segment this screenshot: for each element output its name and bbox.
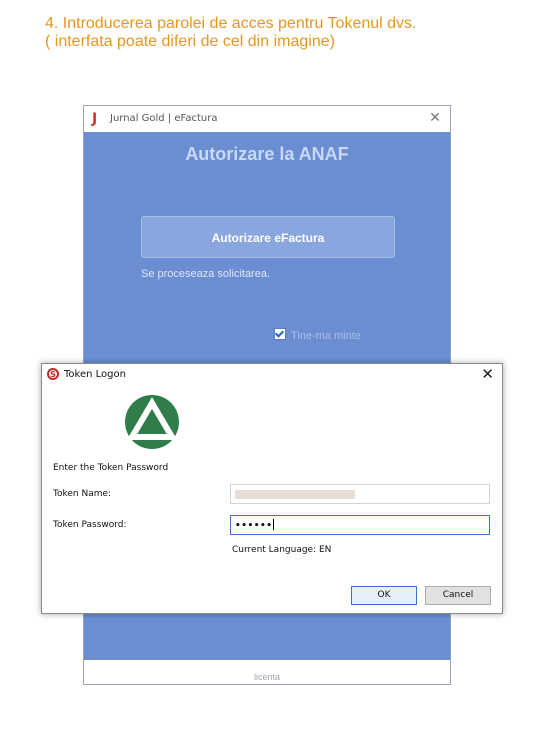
caption-line-2: ( interfata poate diferi de cel din imag… (45, 33, 335, 50)
token-name-label: Token Name: (53, 489, 112, 499)
current-language: Current Language: EN (232, 545, 332, 555)
token-logon-dialog: S Token Logon ✕ Enter the Token Password… (41, 363, 503, 614)
remember-me-label: Tine-ma minte (291, 330, 361, 342)
redacted-token-name (235, 490, 355, 499)
dialog-titlebar: S Token Logon ✕ (42, 364, 502, 386)
app-titlebar: J Jurnal Gold | eFactura ✕ (84, 106, 450, 132)
app-close-icon[interactable]: ✕ (428, 110, 442, 126)
jurnal-logo-icon: J (92, 111, 98, 127)
app-heading: Autorizare la ANAF (185, 144, 349, 164)
caption-line-1: 4. Introducerea parolei de acces pentru … (45, 15, 417, 32)
token-name-field[interactable] (230, 484, 490, 504)
dialog-close-icon[interactable]: ✕ (481, 365, 494, 383)
enter-password-prompt: Enter the Token Password (53, 463, 169, 473)
password-mask: •••••• (235, 521, 273, 531)
triangle-logo-icon (125, 395, 179, 449)
dialog-title: Token Logon (64, 369, 126, 380)
ok-button[interactable]: OK (351, 586, 417, 605)
instruction-caption: 4. Introducerea parolei de acces pentru … (45, 15, 525, 51)
app-title: Jurnal Gold | eFactura (110, 113, 218, 124)
remember-me-checkbox[interactable]: Tine-ma minte (274, 328, 361, 342)
token-password-label: Token Password: (53, 520, 127, 530)
checkbox-checked-icon[interactable] (274, 328, 286, 340)
license-link[interactable]: licenta (84, 660, 450, 684)
authorize-efactura-button[interactable]: Autorizare eFactura (141, 216, 395, 258)
status-text: Se proceseaza solicitarea. (141, 268, 271, 280)
text-caret (272, 519, 274, 530)
token-app-icon: S (47, 368, 59, 380)
token-password-field[interactable]: •••••• (230, 515, 490, 535)
cancel-button[interactable]: Cancel (425, 586, 491, 605)
